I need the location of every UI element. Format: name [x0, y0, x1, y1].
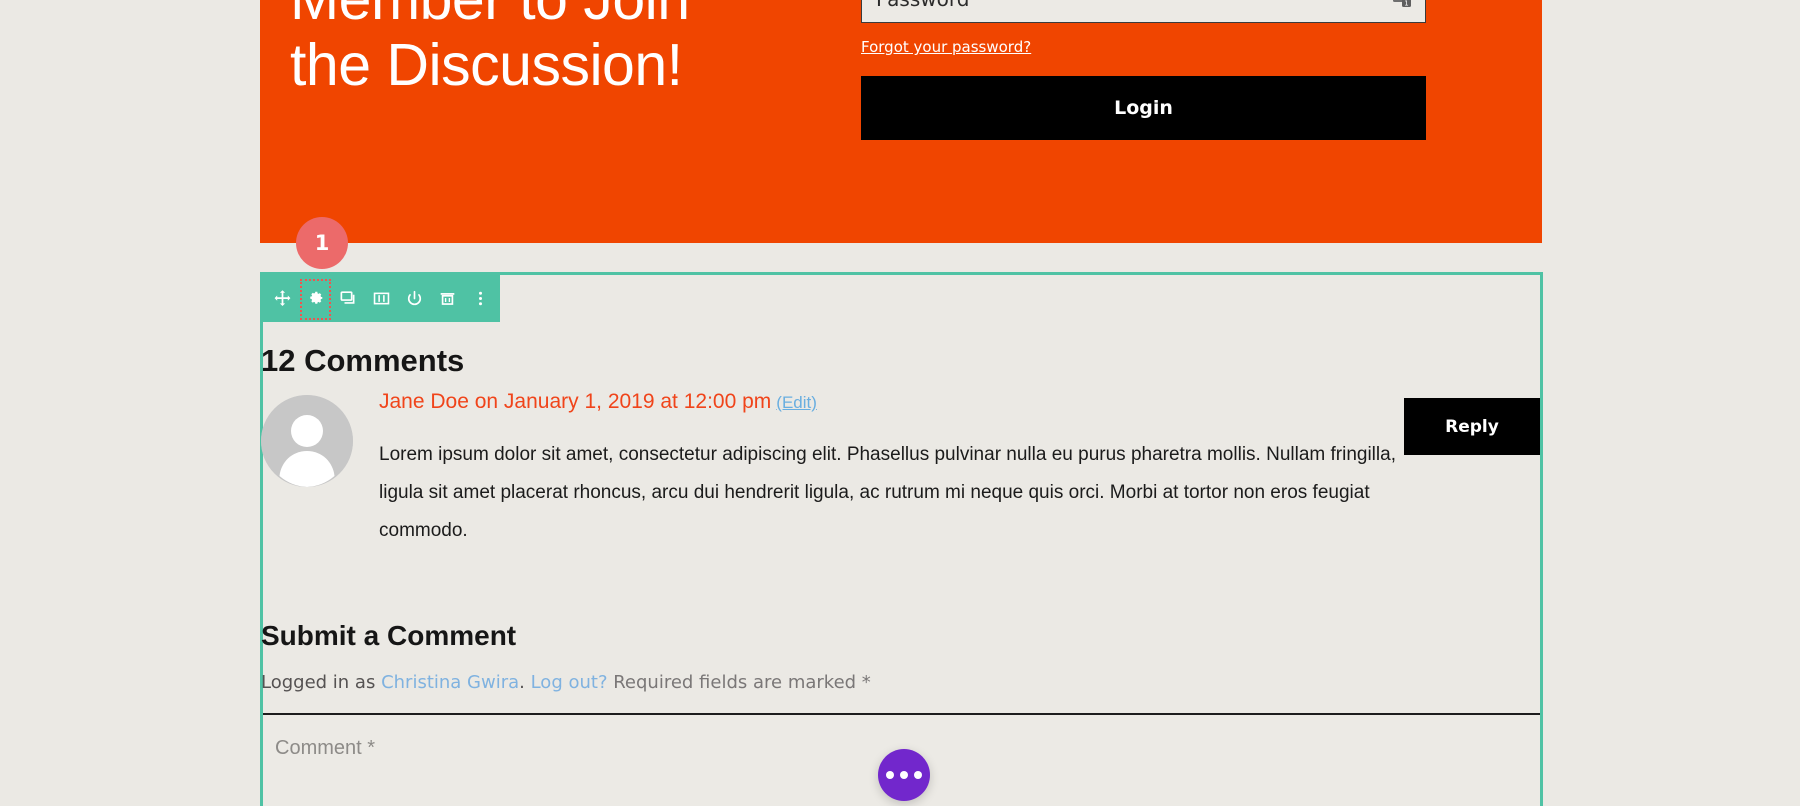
columns-icon[interactable]	[365, 278, 398, 318]
logout-link[interactable]: Log out?	[531, 672, 608, 693]
login-form: Password 1 Forgot your password? Login	[861, 0, 1426, 140]
comment-meta: Jane Doe on January 1, 2019 at 12:00 pm(…	[379, 390, 817, 414]
comment-body: Lorem ipsum dolor sit amet, consectetur …	[379, 444, 1396, 541]
logged-in-prefix: Logged in as	[261, 672, 382, 693]
logged-in-status: Logged in as Christina Gwira. Log out? R…	[261, 672, 871, 693]
svg-text:1: 1	[1404, 0, 1408, 8]
comment-edit-link[interactable]: (Edit)	[776, 393, 817, 412]
required-fields-note: Required fields are marked *	[607, 672, 871, 693]
logged-in-user-link[interactable]: Christina Gwira	[381, 672, 519, 693]
divi-builder-fab[interactable]	[878, 749, 930, 801]
three-dots-icon-dot-1	[886, 771, 894, 779]
comments-count-heading: 12 Comments	[261, 343, 465, 378]
hero-heading-line-3: the Discussion!	[290, 32, 683, 98]
settings-gear-icon[interactable]	[299, 278, 332, 320]
login-button[interactable]: Login	[861, 76, 1426, 140]
hero-heading: Become a Member to Join the Discussion!	[290, 0, 850, 98]
disable-power-icon[interactable]	[398, 278, 431, 318]
submit-comment-heading: Submit a Comment	[261, 620, 517, 651]
reply-button[interactable]: Reply	[1404, 398, 1540, 455]
forgot-password-link[interactable]: Forgot your password?	[861, 38, 1031, 56]
password-field[interactable]: Password 1	[861, 0, 1426, 23]
more-vertical-icon[interactable]	[464, 278, 497, 318]
password-placeholder: Password	[876, 0, 969, 11]
three-dots-icon-dot-2	[900, 771, 908, 779]
step-number-badge: 1	[296, 217, 348, 269]
hero-heading-line-2: Member to Join	[290, 0, 850, 32]
three-dots-icon-dot-3	[914, 771, 922, 779]
duplicate-icon[interactable]	[332, 278, 365, 318]
trash-icon[interactable]	[431, 278, 464, 318]
avatar	[261, 395, 353, 487]
comment-placeholder: Comment *	[275, 737, 376, 759]
password-manager-icon[interactable]: 1	[1393, 0, 1413, 8]
membership-hero-section: Become a Member to Join the Discussion! …	[260, 0, 1542, 243]
page-canvas: Become a Member to Join the Discussion! …	[0, 0, 1800, 806]
divi-module-toolbar	[260, 274, 500, 322]
comment-meta-text: Jane Doe on January 1, 2019 at 12:00 pm	[379, 390, 772, 413]
move-icon[interactable]	[266, 278, 299, 318]
logged-in-separator: .	[519, 672, 531, 693]
